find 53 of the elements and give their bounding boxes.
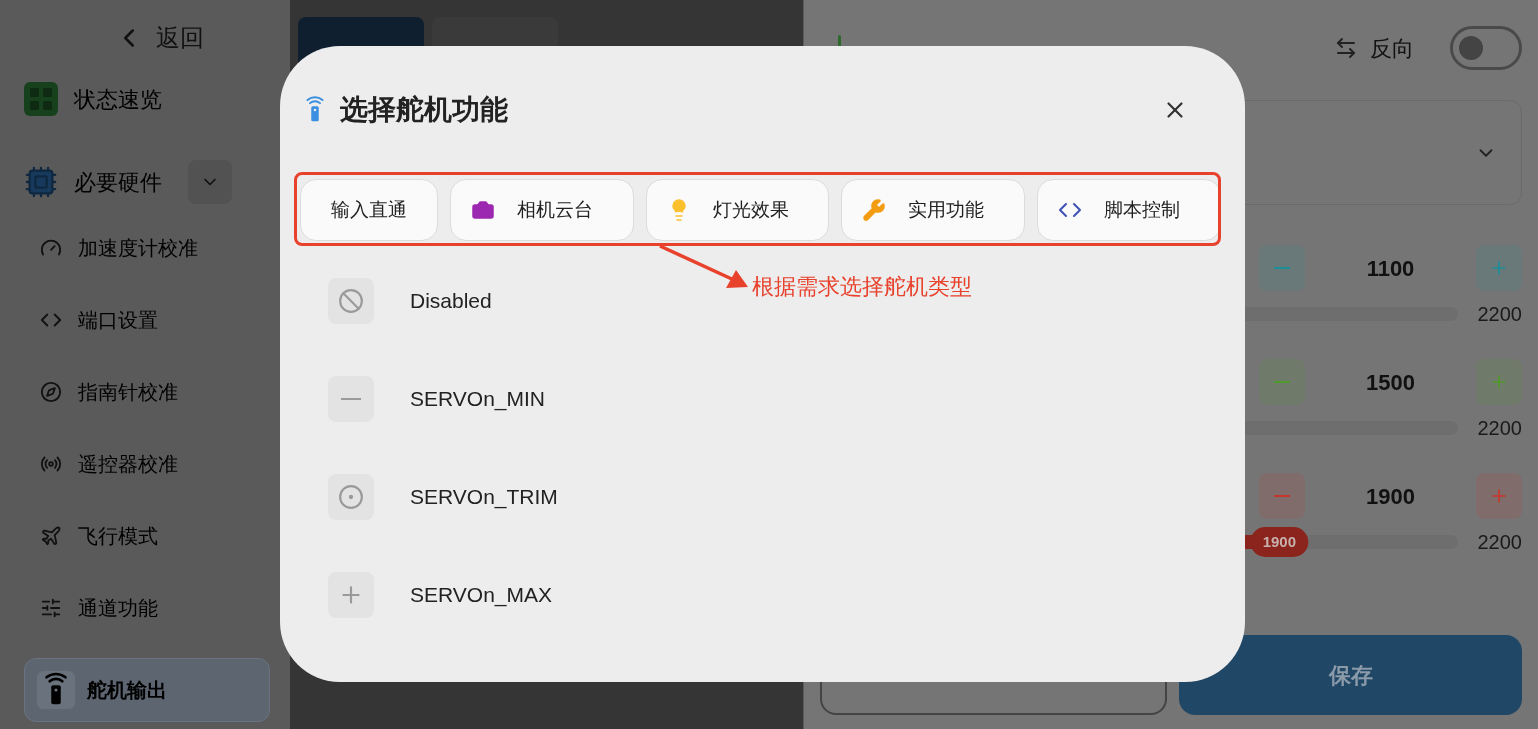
function-option[interactable]: Disabled <box>328 278 492 324</box>
sidebar-item[interactable]: 指南针校准 <box>24 370 270 414</box>
decrease-button[interactable] <box>1259 359 1305 405</box>
reverse-toggle[interactable] <box>1450 26 1522 70</box>
function-option[interactable]: SERVOn_MAX <box>328 572 552 618</box>
minus-icon <box>1274 267 1290 269</box>
annotation-text: 根据需求选择舵机类型 <box>752 273 972 301</box>
remote-control-icon <box>37 671 75 709</box>
decrease-button[interactable] <box>1259 473 1305 519</box>
sidebar-item-icon <box>40 525 62 547</box>
value-text: 1900 <box>1366 482 1415 511</box>
swap-icon <box>1334 36 1358 60</box>
increase-button[interactable] <box>1476 245 1522 291</box>
wrench-icon <box>862 198 887 222</box>
value-text: 1500 <box>1366 368 1415 397</box>
minus-icon <box>1274 495 1290 497</box>
category-chip[interactable]: 输入直通 <box>300 179 438 241</box>
camera-icon <box>470 198 495 222</box>
sidebar-item[interactable]: 端口设置 <box>24 298 270 342</box>
increase-button[interactable] <box>1476 473 1522 519</box>
sidebar-item[interactable]: 必要硬件 <box>24 165 162 199</box>
sidebar-item-icon <box>40 381 62 403</box>
increase-button[interactable] <box>1476 359 1522 405</box>
reverse-label: 反向 <box>1370 34 1414 63</box>
minus-icon <box>1274 381 1290 383</box>
sidebar-item[interactable]: 状态速览 <box>24 82 270 116</box>
sidebar-item[interactable]: 舵机输出 <box>24 658 270 722</box>
category-chip[interactable]: 脚本控制 <box>1037 179 1221 241</box>
decrease-button[interactable] <box>1259 245 1305 291</box>
save-button[interactable]: 保存 <box>1179 635 1522 715</box>
sidebar-item[interactable]: 通道功能 <box>24 586 270 630</box>
sidebar-item[interactable]: 加速度计校准 <box>24 226 270 270</box>
function-option[interactable]: SERVOn_TRIM <box>328 474 558 520</box>
dashboard-icon <box>24 82 58 116</box>
slider-thumb[interactable]: 1900 <box>1250 527 1309 557</box>
prohibited-icon <box>338 288 364 314</box>
dialog-title: 选择舵机功能 <box>340 93 508 127</box>
sidebar-item[interactable]: 飞行模式 <box>24 514 270 558</box>
max-value-text: 2200 <box>1476 416 1522 441</box>
expand-button[interactable] <box>188 160 232 204</box>
category-chip[interactable]: 相机云台 <box>449 179 634 241</box>
sidebar-item[interactable]: 遥控器校准 <box>24 442 270 486</box>
category-chip[interactable]: 灯光效果 <box>645 179 830 241</box>
function-option[interactable]: SERVOn_MIN <box>328 376 545 422</box>
minus-icon <box>341 398 361 400</box>
circle-dot-icon <box>338 484 364 510</box>
sidebar-item-icon <box>40 597 62 619</box>
value-text: 1100 <box>1366 254 1415 283</box>
category-chip[interactable]: 实用功能 <box>841 179 1026 241</box>
toggle-knob <box>1459 36 1483 60</box>
max-value-text: 2200 <box>1476 302 1522 327</box>
max-value-text: 2200 <box>1476 530 1522 555</box>
back-button[interactable]: 返回 <box>114 20 204 56</box>
